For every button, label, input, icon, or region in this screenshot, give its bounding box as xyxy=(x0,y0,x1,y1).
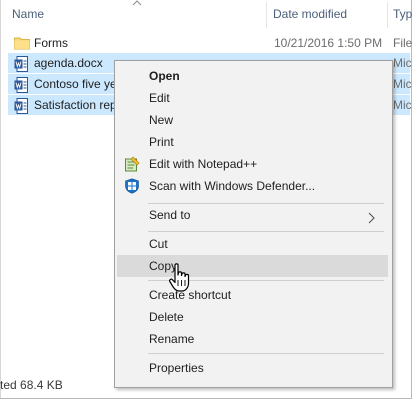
menu-item-label: Open xyxy=(149,69,180,83)
menu-item-scan-defender[interactable]: Scan with Windows Defender... xyxy=(117,175,388,197)
file-type: Mic xyxy=(393,77,412,91)
menu-item-edit-notepad[interactable]: Edit with Notepad++ xyxy=(117,153,388,175)
menu-item-label: Cut xyxy=(149,237,168,251)
context-menu: Open Edit New Print Edit with Notepad++ xyxy=(114,60,393,388)
file-type: Mic xyxy=(393,98,412,112)
menu-item-label: Delete xyxy=(149,310,184,324)
menu-item-delete[interactable]: Delete xyxy=(117,306,388,328)
menu-item-open[interactable]: Open xyxy=(117,65,388,87)
menu-item-label: Rename xyxy=(149,332,195,346)
file-name: agenda.docx xyxy=(34,56,103,70)
notepad-plus-plus-icon xyxy=(124,156,140,172)
column-divider[interactable] xyxy=(266,2,267,28)
word-doc-icon xyxy=(14,56,28,72)
word-doc-icon xyxy=(14,77,28,93)
word-doc-icon xyxy=(14,98,28,114)
menu-item-label: Edit xyxy=(149,91,170,105)
menu-item-edit[interactable]: Edit xyxy=(117,87,388,109)
menu-item-properties[interactable]: Properties xyxy=(117,357,388,379)
file-type: Mic xyxy=(393,56,412,70)
column-header-date-modified[interactable]: Date modified xyxy=(273,0,347,28)
file-name: Forms xyxy=(34,36,68,50)
windows-defender-shield-icon xyxy=(124,178,140,194)
menu-item-label: Properties xyxy=(149,361,204,375)
menu-item-create-shortcut[interactable]: Create shortcut xyxy=(117,284,388,306)
hand-pointer-cursor-icon xyxy=(168,262,194,294)
column-divider[interactable] xyxy=(387,2,388,28)
file-name: Satisfaction rep xyxy=(34,98,117,112)
file-type: File xyxy=(393,36,412,50)
menu-separator xyxy=(148,353,384,354)
menu-item-send-to[interactable]: Send to xyxy=(117,204,388,226)
menu-item-label: Print xyxy=(149,135,174,149)
menu-item-label: Scan with Windows Defender... xyxy=(149,179,316,193)
sort-ascending-icon xyxy=(132,0,142,9)
file-date: 10/21/2016 1:50 PM xyxy=(274,36,383,50)
menu-item-print[interactable]: Print xyxy=(117,131,388,153)
menu-item-label: Send to xyxy=(149,208,191,222)
chevron-right-icon xyxy=(366,209,378,224)
folder-icon xyxy=(14,36,30,50)
file-name: Contoso five ye xyxy=(34,77,117,91)
menu-item-label: Edit with Notepad++ xyxy=(149,157,258,171)
menu-item-label: New xyxy=(149,113,174,127)
window-border-left xyxy=(0,0,1,399)
menu-item-cut[interactable]: Cut xyxy=(117,233,388,255)
menu-separator xyxy=(148,231,384,232)
column-header-name[interactable]: Name xyxy=(12,0,44,28)
status-bar-text: ted 68.4 KB xyxy=(0,378,63,392)
file-row-forms[interactable]: Forms 10/21/2016 1:50 PM File xyxy=(8,33,412,53)
menu-item-copy[interactable]: Copy xyxy=(117,255,388,277)
menu-item-rename[interactable]: Rename xyxy=(117,328,388,350)
menu-item-new[interactable]: New xyxy=(117,109,388,131)
column-header-type[interactable]: Typ xyxy=(393,0,412,28)
